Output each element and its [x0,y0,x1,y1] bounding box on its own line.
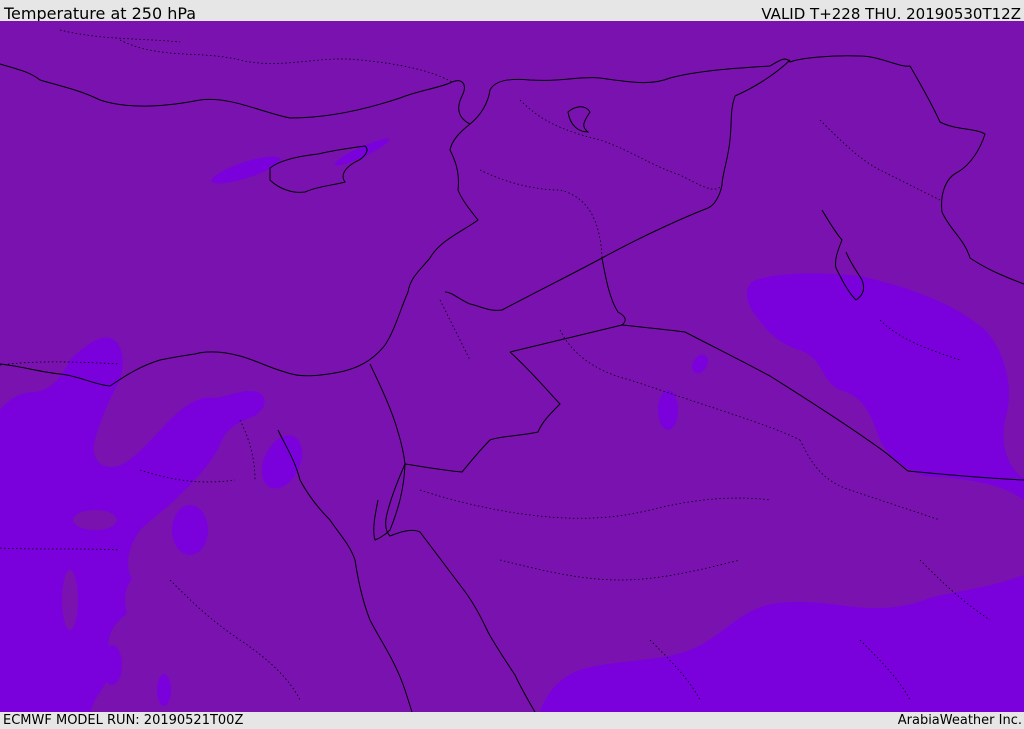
contour-patch-jordan-1 [658,390,678,430]
map-figure: Temperature at 250 hPa VALID T+228 THU. … [0,0,1024,729]
contour-patch-egypt-1 [102,645,122,685]
credit-label: ArabiaWeather Inc. [897,713,1022,728]
map-canvas[interactable] [0,21,1024,712]
footer-bar: ECMWF MODEL RUN: 20190521T00Z ArabiaWeat… [0,712,1024,729]
model-run-label: ECMWF MODEL RUN: 20190521T00Z [3,713,244,728]
contour-patch-egypt-3 [172,505,208,555]
header-bar: Temperature at 250 hPa VALID T+228 THU. … [0,0,1024,23]
contour-patch-egypt-2 [157,674,171,706]
